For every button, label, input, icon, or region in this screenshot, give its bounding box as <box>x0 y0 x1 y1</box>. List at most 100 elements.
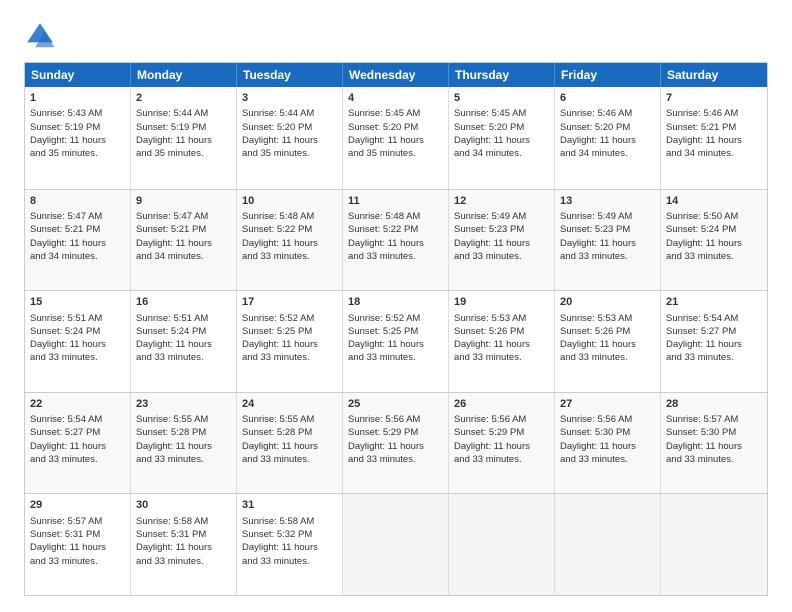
day-number: 23 <box>136 397 231 412</box>
day-number: 22 <box>30 397 125 412</box>
day-cell-15: 15Sunrise: 5:51 AMSunset: 5:24 PMDayligh… <box>25 291 131 392</box>
day-number: 31 <box>242 498 337 513</box>
day-number: 25 <box>348 397 443 412</box>
header-day-wednesday: Wednesday <box>343 63 449 87</box>
day-info-line: Sunrise: 5:45 AM <box>454 107 549 120</box>
day-info-line: and 33 minutes. <box>454 453 549 466</box>
day-info-line: Sunset: 5:29 PM <box>454 426 549 439</box>
day-info-line: Sunrise: 5:48 AM <box>348 210 443 223</box>
day-info-line: Sunset: 5:23 PM <box>454 223 549 236</box>
empty-cell <box>343 494 449 595</box>
day-info-line: Sunset: 5:21 PM <box>666 121 762 134</box>
day-number: 30 <box>136 498 231 513</box>
day-info-line: and 34 minutes. <box>136 250 231 263</box>
day-info-line: and 34 minutes. <box>454 147 549 160</box>
empty-cell <box>449 494 555 595</box>
day-info-line: Sunrise: 5:51 AM <box>30 312 125 325</box>
day-number: 19 <box>454 295 549 310</box>
day-info-line: Sunrise: 5:58 AM <box>136 515 231 528</box>
day-info-line: and 35 minutes. <box>242 147 337 160</box>
day-cell-11: 11Sunrise: 5:48 AMSunset: 5:22 PMDayligh… <box>343 190 449 291</box>
day-info-line: Daylight: 11 hours <box>242 440 337 453</box>
day-info-line: Sunrise: 5:56 AM <box>454 413 549 426</box>
day-info-line: Sunrise: 5:47 AM <box>30 210 125 223</box>
day-info-line: and 33 minutes. <box>242 351 337 364</box>
day-info-line: Sunset: 5:24 PM <box>136 325 231 338</box>
day-number: 6 <box>560 91 655 106</box>
day-info-line: Sunset: 5:27 PM <box>666 325 762 338</box>
day-info-line: Sunset: 5:31 PM <box>30 528 125 541</box>
day-number: 9 <box>136 194 231 209</box>
day-cell-19: 19Sunrise: 5:53 AMSunset: 5:26 PMDayligh… <box>449 291 555 392</box>
day-info-line: Daylight: 11 hours <box>454 237 549 250</box>
day-number: 8 <box>30 194 125 209</box>
day-info-line: and 33 minutes. <box>560 250 655 263</box>
day-info-line: Daylight: 11 hours <box>136 338 231 351</box>
day-info-line: Sunrise: 5:49 AM <box>560 210 655 223</box>
day-info-line: Sunset: 5:28 PM <box>136 426 231 439</box>
day-info-line: Daylight: 11 hours <box>136 237 231 250</box>
day-cell-6: 6Sunrise: 5:46 AMSunset: 5:20 PMDaylight… <box>555 87 661 189</box>
header-day-monday: Monday <box>131 63 237 87</box>
day-info-line: Sunrise: 5:44 AM <box>136 107 231 120</box>
day-info-line: and 35 minutes. <box>136 147 231 160</box>
day-number: 1 <box>30 91 125 106</box>
day-info-line: Daylight: 11 hours <box>348 134 443 147</box>
day-info-line: Sunrise: 5:52 AM <box>242 312 337 325</box>
day-info-line: Sunset: 5:25 PM <box>348 325 443 338</box>
day-info-line: and 33 minutes. <box>242 555 337 568</box>
day-info-line: Daylight: 11 hours <box>242 134 337 147</box>
header-day-saturday: Saturday <box>661 63 767 87</box>
header-day-thursday: Thursday <box>449 63 555 87</box>
day-info-line: Daylight: 11 hours <box>666 440 762 453</box>
day-number: 11 <box>348 194 443 209</box>
day-info-line: Daylight: 11 hours <box>560 338 655 351</box>
logo <box>24 20 60 52</box>
day-cell-29: 29Sunrise: 5:57 AMSunset: 5:31 PMDayligh… <box>25 494 131 595</box>
day-number: 20 <box>560 295 655 310</box>
day-info-line: Sunrise: 5:46 AM <box>560 107 655 120</box>
calendar-row: 8Sunrise: 5:47 AMSunset: 5:21 PM Daylight… <box>25 189 767 291</box>
day-cell-24: 24Sunrise: 5:55 AMSunset: 5:28 PMDayligh… <box>237 393 343 494</box>
day-number: 17 <box>242 295 337 310</box>
day-info-line: and 35 minutes. <box>348 147 443 160</box>
day-info-line: and 33 minutes. <box>454 250 549 263</box>
day-cell-8: 8Sunrise: 5:47 AMSunset: 5:21 PMDaylight… <box>25 190 131 291</box>
day-number: 4 <box>348 91 443 106</box>
header-day-sunday: Sunday <box>25 63 131 87</box>
day-info-line: Sunrise: 5:58 AM <box>242 515 337 528</box>
day-info-line: Sunrise: 5:57 AM <box>30 515 125 528</box>
day-number: 14 <box>666 194 762 209</box>
day-info-line: and 33 minutes. <box>136 351 231 364</box>
day-info-line: Daylight: 11 hours <box>666 237 762 250</box>
day-info-line: Sunrise: 5:49 AM <box>454 210 549 223</box>
day-info-line: and 33 minutes. <box>242 250 337 263</box>
day-info-line: Sunset: 5:29 PM <box>348 426 443 439</box>
page: SundayMondayTuesdayWednesdayThursdayFrid… <box>0 0 792 612</box>
day-info-line: Sunset: 5:26 PM <box>454 325 549 338</box>
day-info-line: Sunset: 5:23 PM <box>560 223 655 236</box>
day-info-line: Sunrise: 5:56 AM <box>348 413 443 426</box>
day-info-line: Sunrise: 5:55 AM <box>242 413 337 426</box>
day-cell-28: 28Sunrise: 5:57 AMSunset: 5:30 PMDayligh… <box>661 393 767 494</box>
day-info-line: Sunset: 5:20 PM <box>560 121 655 134</box>
day-info-line: Daylight: 11 hours <box>454 338 549 351</box>
day-cell-4: 4Sunrise: 5:45 AMSunset: 5:20 PMDaylight… <box>343 87 449 189</box>
day-info-line: Daylight: 11 hours <box>560 134 655 147</box>
day-number: 28 <box>666 397 762 412</box>
day-number: 24 <box>242 397 337 412</box>
day-number: 2 <box>136 91 231 106</box>
day-cell-31: 31Sunrise: 5:58 AMSunset: 5:32 PMDayligh… <box>237 494 343 595</box>
day-info-line: Sunset: 5:28 PM <box>242 426 337 439</box>
day-info-line: Sunset: 5:21 PM <box>30 223 125 236</box>
day-cell-17: 17Sunrise: 5:52 AMSunset: 5:25 PMDayligh… <box>237 291 343 392</box>
day-cell-12: 12Sunrise: 5:49 AMSunset: 5:23 PMDayligh… <box>449 190 555 291</box>
day-info-line: and 34 minutes. <box>666 147 762 160</box>
day-info-line: Sunrise: 5:50 AM <box>666 210 762 223</box>
day-info-line: Daylight: 11 hours <box>136 134 231 147</box>
day-info-line: and 33 minutes. <box>560 351 655 364</box>
day-number: 16 <box>136 295 231 310</box>
day-info-line: Sunrise: 5:43 AM <box>30 107 125 120</box>
day-info-line: Daylight: 11 hours <box>348 440 443 453</box>
day-info-line: Sunrise: 5:52 AM <box>348 312 443 325</box>
